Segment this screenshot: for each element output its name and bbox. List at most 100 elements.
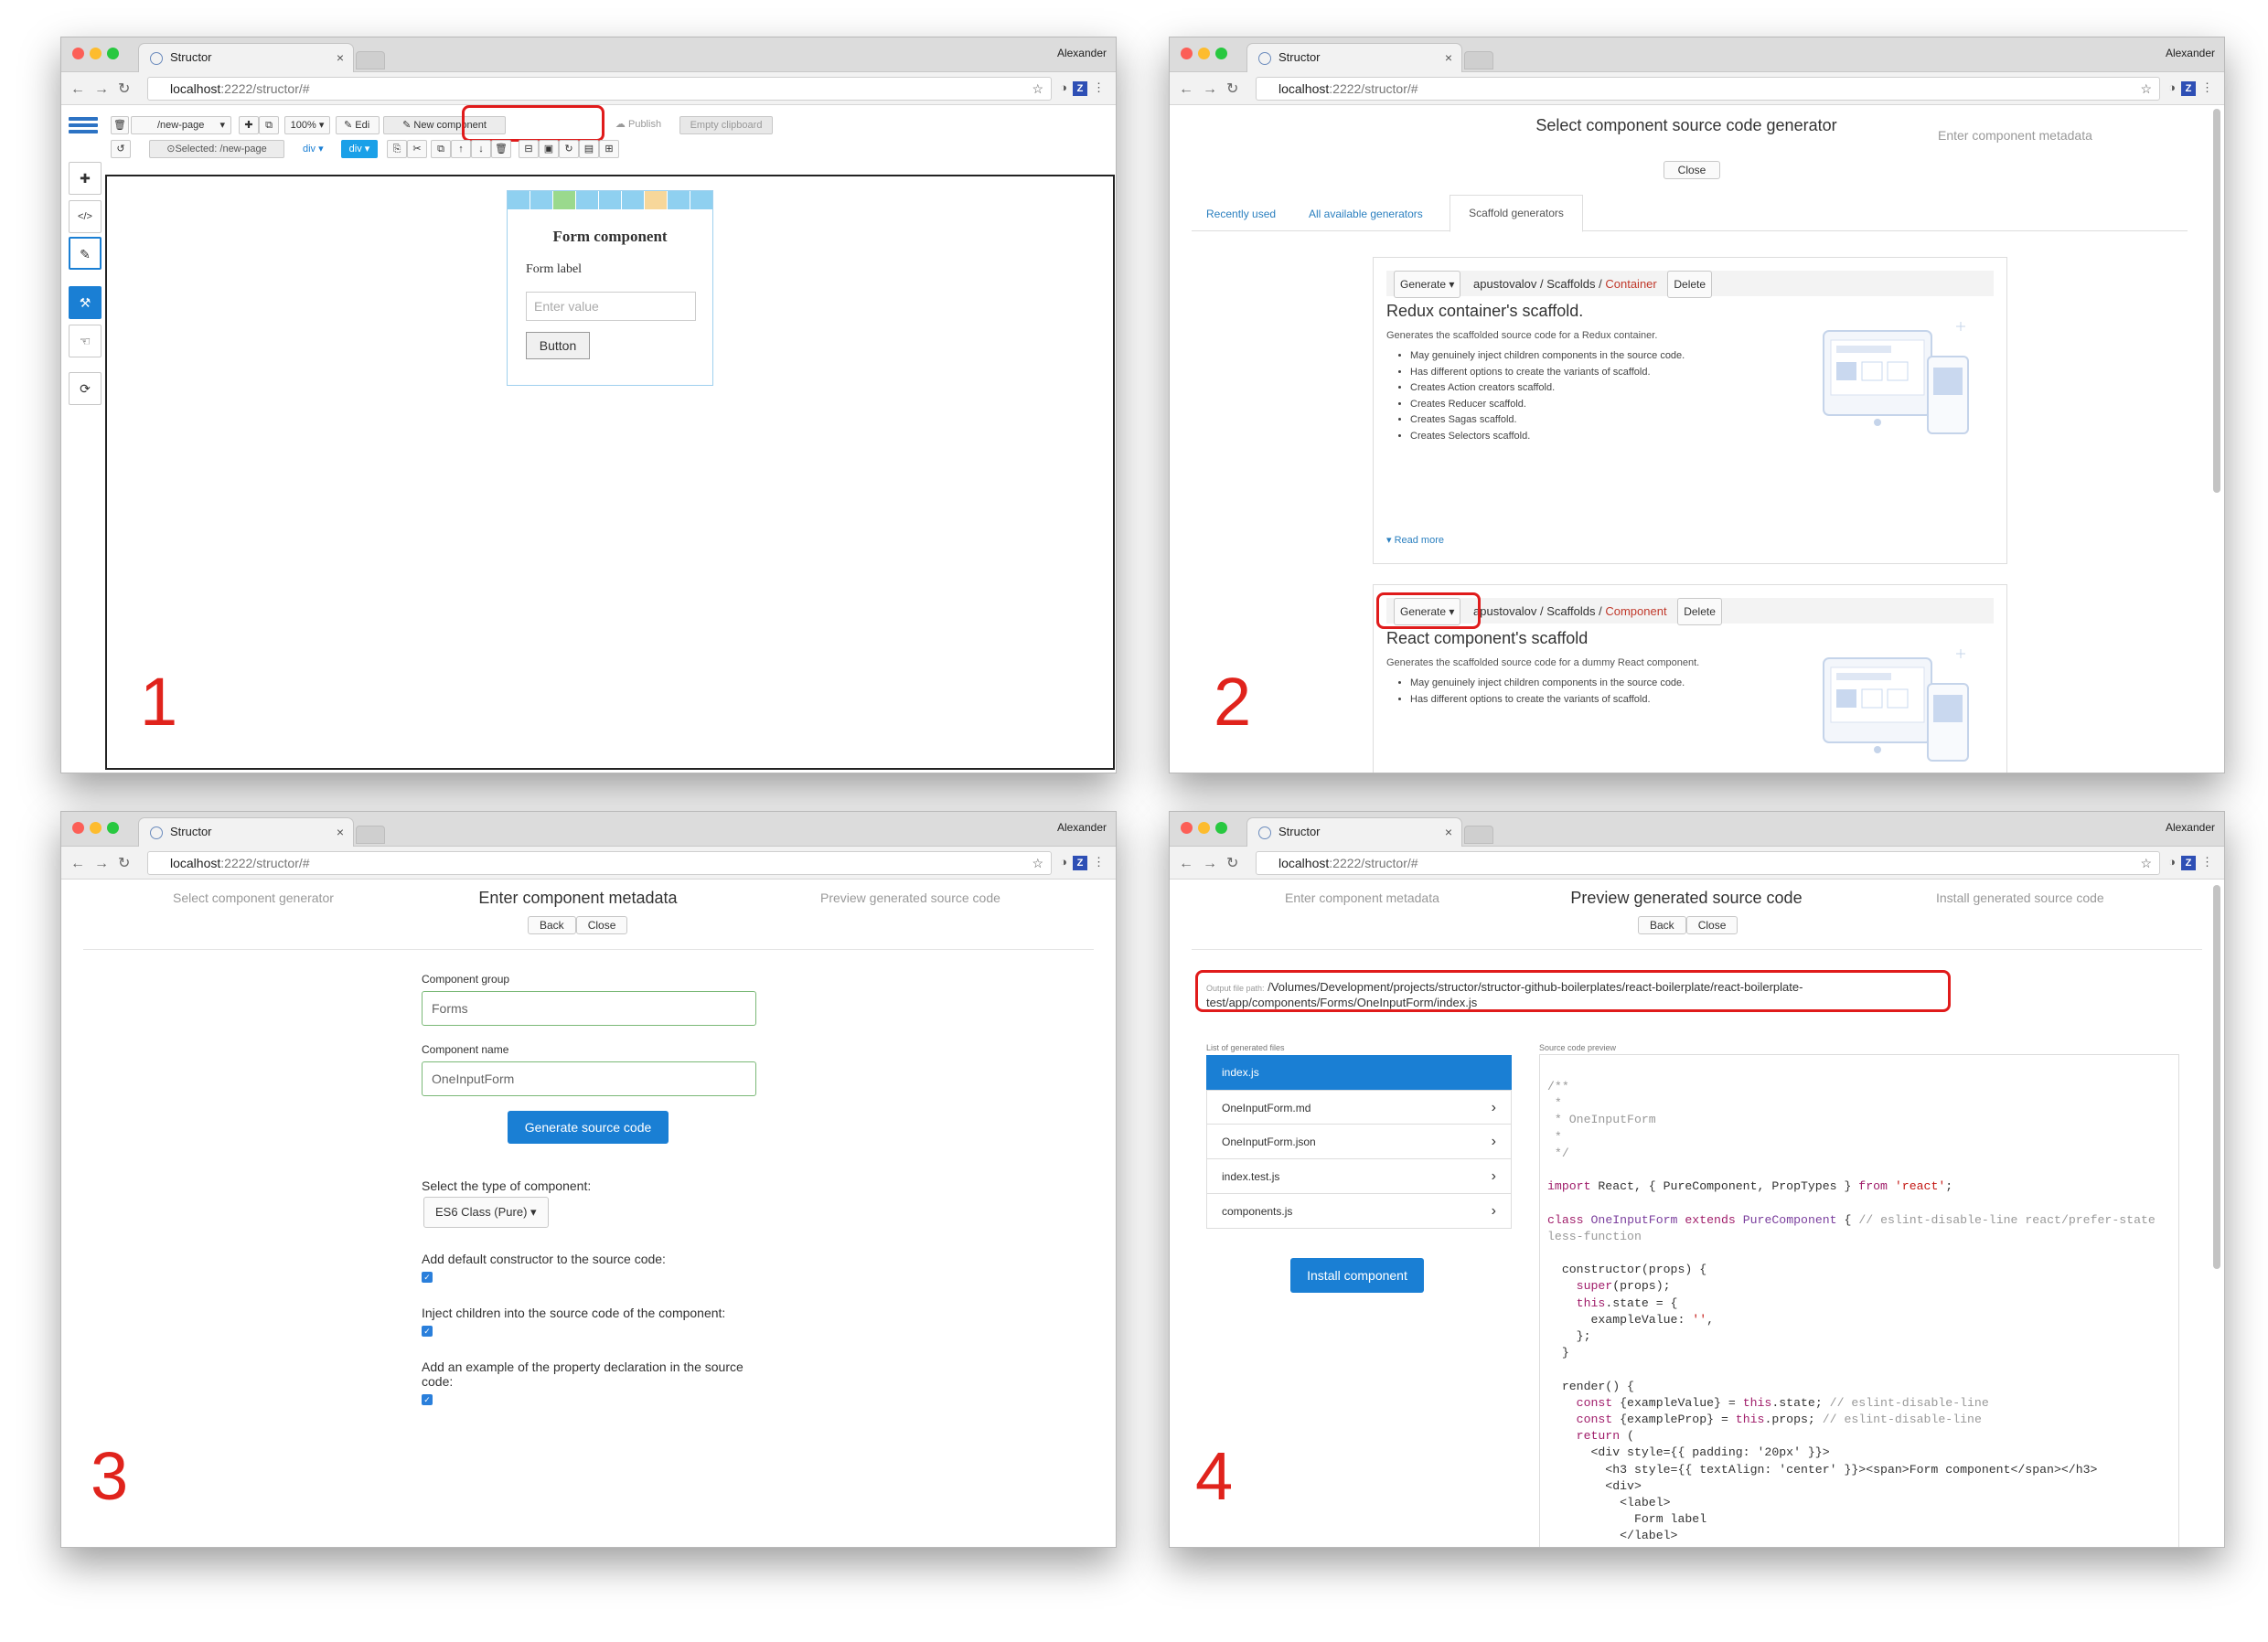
nav-buttons[interactable]: ←→↻ — [70, 80, 139, 98]
file-item[interactable]: components.js › — [1206, 1194, 1512, 1229]
move-down-icon[interactable]: ↓ — [471, 140, 491, 158]
code-icon[interactable]: </> — [69, 200, 102, 233]
url-input[interactable]: localhost:2222/structor/# ☆ — [147, 851, 1052, 875]
file-item[interactable]: OneInputForm.md › — [1206, 1090, 1512, 1125]
props-checkbox[interactable]: ✓ — [422, 1394, 433, 1405]
crumb-div[interactable]: div ▾ — [303, 143, 324, 155]
bookmark-star-icon[interactable]: ☆ — [1032, 78, 1043, 100]
nav-buttons[interactable]: ←→↻ — [1179, 80, 1247, 98]
browser-tab[interactable]: Structor × — [138, 43, 354, 72]
nav-buttons[interactable]: ←→↻ — [1179, 854, 1247, 872]
new-tab-button[interactable] — [1464, 51, 1493, 69]
extensions-area[interactable]: ◑ Z ⋮ — [2168, 80, 2213, 96]
form-input[interactable]: Enter value — [526, 292, 696, 321]
browser-tab[interactable]: Structor × — [1246, 43, 1462, 72]
component-group-input[interactable]: Forms — [422, 991, 756, 1026]
window-controls[interactable] — [1181, 822, 1233, 838]
extensions-area[interactable]: ◑ Z ⋮ — [1060, 80, 1105, 96]
children-checkbox[interactable]: ✓ — [422, 1326, 433, 1337]
close-tab-icon[interactable]: × — [337, 818, 344, 846]
browser-tab[interactable]: Structor × — [138, 817, 354, 847]
step-number: 1 — [140, 664, 178, 740]
page-select[interactable]: /new-page ▾ — [131, 116, 231, 134]
window-controls[interactable] — [72, 48, 124, 64]
file-item[interactable]: index.test.js › — [1206, 1159, 1512, 1194]
close-button[interactable]: Close — [1685, 916, 1738, 934]
close-button[interactable]: Close — [1664, 161, 1720, 179]
close-tab-icon[interactable]: × — [1445, 44, 1452, 71]
zoom-select[interactable]: 100% ▾ — [284, 116, 330, 134]
profile-name[interactable]: Alexander — [2166, 821, 2215, 834]
scrollbar[interactable] — [2213, 885, 2220, 1269]
publish-button[interactable]: ☁ Publish — [606, 116, 670, 134]
back-button[interactable]: Back — [528, 916, 576, 934]
save-icon[interactable]: ▤ — [579, 140, 599, 158]
hamburger-menu-icon[interactable] — [69, 114, 98, 138]
new-tab-button[interactable] — [1464, 826, 1493, 844]
generate-button[interactable]: Generate ▾ — [1394, 271, 1461, 298]
tab-scaffold-generators[interactable]: Scaffold generators — [1450, 195, 1583, 232]
url-input[interactable]: localhost:2222/structor/# ☆ — [147, 77, 1052, 101]
add-page-icon[interactable]: ✚ — [239, 116, 259, 134]
nav-buttons[interactable]: ←→↻ — [70, 854, 139, 872]
new-tab-button[interactable] — [356, 826, 385, 844]
copy-icon[interactable]: ⧉ — [431, 140, 451, 158]
file-item[interactable]: OneInputForm.json › — [1206, 1125, 1512, 1159]
profile-name[interactable]: Alexander — [2166, 47, 2215, 59]
refresh-icon[interactable]: ↻ — [559, 140, 579, 158]
zotero-icon: Z — [1073, 81, 1087, 96]
close-tab-icon[interactable]: × — [1445, 818, 1452, 846]
move-up-icon[interactable]: ↑ — [451, 140, 471, 158]
component-name-input[interactable]: OneInputForm — [422, 1061, 756, 1096]
window-controls[interactable] — [72, 822, 124, 838]
bookmark-star-icon[interactable]: ☆ — [2140, 852, 2152, 874]
delete-page-icon[interactable]: 🗑 — [111, 116, 129, 134]
wrench-icon[interactable]: ⚒ — [69, 286, 102, 319]
hand-icon[interactable]: ☜ — [69, 325, 102, 357]
new-tab-button[interactable] — [356, 51, 385, 69]
tab-recently-used[interactable]: Recently used — [1206, 208, 1276, 220]
trash-icon[interactable]: 🗑 — [491, 140, 511, 158]
browser-tab[interactable]: Structor × — [1246, 817, 1462, 847]
back-button[interactable]: Back — [1638, 916, 1686, 934]
form-component[interactable]: Form component Form label Enter value Bu… — [507, 190, 713, 386]
bookmark-star-icon[interactable]: ☆ — [1032, 852, 1043, 874]
generate-source-code-button[interactable]: Generate source code — [508, 1111, 669, 1144]
profile-name[interactable]: Alexander — [1057, 47, 1107, 59]
before-icon[interactable]: ⊟ — [519, 140, 539, 158]
url-input[interactable]: localhost:2222/structor/# ☆ — [1256, 77, 2160, 101]
crumb-div-active[interactable]: div ▾ — [341, 140, 378, 158]
source-code-preview[interactable]: /** * * OneInputForm * */ import React, … — [1539, 1054, 2179, 1547]
empty-clipboard-button[interactable]: Empty clipboard — [679, 116, 773, 134]
cut-icon[interactable]: ✂ — [407, 140, 427, 158]
profile-name[interactable]: Alexander — [1057, 821, 1107, 834]
sync-icon[interactable]: ⟳ — [69, 372, 102, 405]
extensions-area[interactable]: ◑ Z ⋮ — [2168, 855, 2213, 870]
add-icon[interactable]: ✚ — [69, 162, 102, 195]
image-icon[interactable]: ▣ — [539, 140, 559, 158]
install-component-button[interactable]: Install component — [1290, 1258, 1424, 1293]
tab-all-generators[interactable]: All available generators — [1309, 208, 1423, 220]
file-item-active[interactable]: index.js — [1206, 1055, 1512, 1090]
undo-icon[interactable]: ↺ — [111, 140, 131, 158]
scrollbar[interactable] — [2213, 109, 2220, 493]
delete-button[interactable]: Delete — [1677, 598, 1722, 625]
close-button[interactable]: Close — [575, 916, 628, 934]
component-type-select[interactable]: ES6 Class (Pure) ▾ — [423, 1197, 549, 1228]
constructor-checkbox[interactable]: ✓ — [422, 1272, 433, 1283]
window-controls[interactable] — [1181, 48, 1233, 64]
after-icon[interactable]: ⊞ — [599, 140, 619, 158]
copy-page-icon[interactable]: ⧉ — [259, 116, 279, 134]
component-toolbar[interactable] — [508, 191, 712, 209]
page-canvas[interactable]: Form component Form label Enter value Bu… — [105, 175, 1115, 770]
read-more-link[interactable]: ▾ Read more — [1386, 534, 1444, 546]
edit-button[interactable]: ✎ Edi — [336, 116, 380, 134]
bookmark-star-icon[interactable]: ☆ — [2140, 78, 2152, 100]
extensions-area[interactable]: ◑ Z ⋮ — [1060, 855, 1105, 870]
brush-icon[interactable]: ✎ — [69, 237, 102, 270]
close-tab-icon[interactable]: × — [337, 44, 344, 71]
delete-button[interactable]: Delete — [1667, 271, 1713, 298]
form-button[interactable]: Button — [526, 332, 590, 359]
url-input[interactable]: localhost:2222/structor/# ☆ — [1256, 851, 2160, 875]
paste-icon[interactable]: ⎘ — [387, 140, 407, 158]
